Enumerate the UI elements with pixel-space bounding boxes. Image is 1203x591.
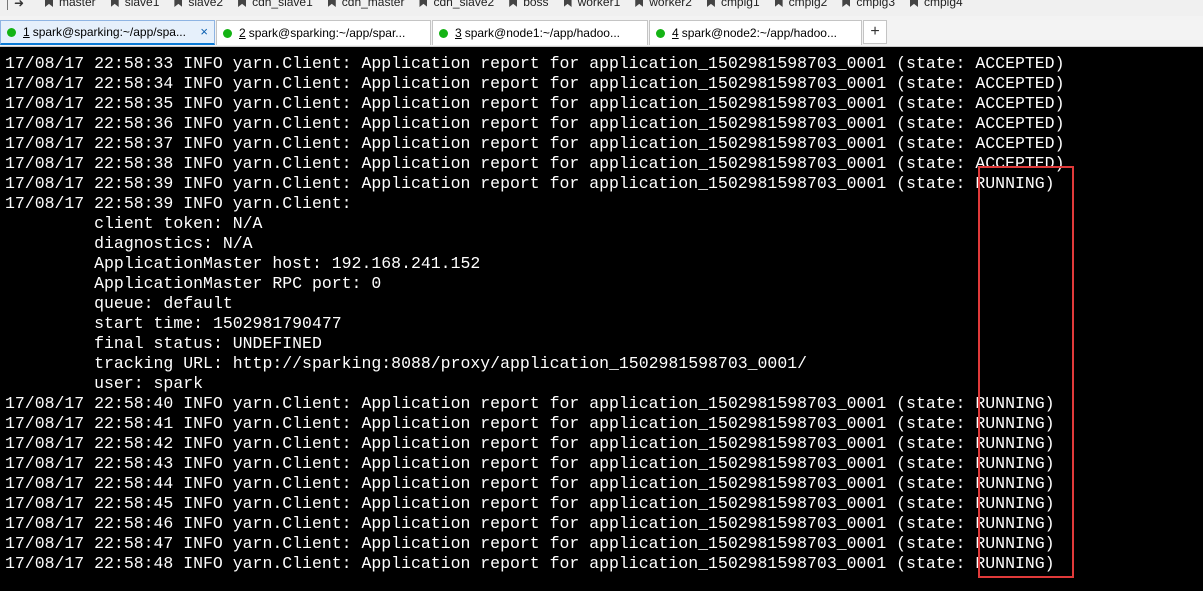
connection-status-icon xyxy=(223,28,232,38)
separator xyxy=(7,0,8,10)
tab-number: 2 xyxy=(239,26,246,40)
bookmark-label: cdh_master xyxy=(341,0,405,9)
terminal-line: ApplicationMaster RPC port: 0 xyxy=(5,274,382,293)
terminal-line: 17/08/17 22:58:38 INFO yarn.Client: Appl… xyxy=(5,154,1065,173)
bookmark-label: worker2 xyxy=(649,0,692,9)
tab-title: spark@sparking:~/app/spar... xyxy=(248,26,406,40)
bookmark-icon xyxy=(110,0,120,8)
terminal-line: 17/08/17 22:58:34 INFO yarn.Client: Appl… xyxy=(5,74,1065,93)
bookmark-icon xyxy=(173,0,183,8)
bookmark-icon xyxy=(508,0,518,8)
bookmark-item[interactable]: cmpig2 xyxy=(774,0,828,11)
bookmark-label: boss xyxy=(523,0,549,9)
bookmark-icon xyxy=(418,0,428,8)
tab-number: 3 xyxy=(455,26,462,40)
terminal-line: diagnostics: N/A xyxy=(5,234,253,253)
tab-number: 1 xyxy=(23,25,30,39)
connection-status-icon xyxy=(439,28,448,38)
tab-session-4[interactable]: 4 spark@node2:~/app/hadoo... xyxy=(649,20,862,45)
terminal-line: 17/08/17 22:58:39 INFO yarn.Client: xyxy=(5,194,352,213)
bookmark-icon xyxy=(706,0,716,8)
bookmark-item[interactable]: cmpig3 xyxy=(841,0,895,11)
terminal-line: 17/08/17 22:58:40 INFO yarn.Client: Appl… xyxy=(5,394,1055,413)
terminal-line: tracking URL: http://sparking:8088/proxy… xyxy=(5,354,808,373)
bookmark-icon xyxy=(634,0,644,8)
bookmark-item[interactable]: boss xyxy=(508,0,548,11)
bookmark-item[interactable]: master xyxy=(44,0,96,11)
bookmark-icon xyxy=(909,0,919,8)
connection-status-icon xyxy=(656,28,665,38)
bookmark-icon xyxy=(237,0,247,8)
bookmark-icon xyxy=(563,0,573,8)
bookmark-item[interactable]: worker1 xyxy=(563,0,621,11)
tab-session-3[interactable]: 3 spark@node1:~/app/hadoo... xyxy=(432,20,648,45)
terminal-line: 17/08/17 22:58:39 INFO yarn.Client: Appl… xyxy=(5,174,1055,193)
bookmark-item[interactable]: slave2 xyxy=(173,0,223,11)
tab-bar: 1 spark@sparking:~/app/spa... × 2 spark@spar… xyxy=(0,16,1203,47)
terminal-line: 17/08/17 22:58:37 INFO yarn.Client: Appl… xyxy=(5,134,1065,153)
bookmark-label: cmpig3 xyxy=(856,0,895,9)
close-tab-icon[interactable]: × xyxy=(200,25,208,39)
terminal-line: ApplicationMaster host: 192.168.241.152 xyxy=(5,254,481,273)
terminal-line: 17/08/17 22:58:48 INFO yarn.Client: Appl… xyxy=(5,554,1055,573)
terminal-line: final status: UNDEFINED xyxy=(5,334,322,353)
bookmark-item[interactable]: cdh_slave1 xyxy=(237,0,313,11)
terminal-line: client token: N/A xyxy=(5,214,263,233)
bookmark-item[interactable]: cmpig4 xyxy=(909,0,963,11)
tab-title: spark@node1:~/app/hadoo... xyxy=(464,26,620,40)
bookmark-icon xyxy=(774,0,784,8)
terminal-line: 17/08/17 22:58:44 INFO yarn.Client: Appl… xyxy=(5,474,1055,493)
terminal-line: queue: default xyxy=(5,294,233,313)
add-tab-button[interactable]: + xyxy=(863,20,887,44)
terminal-line: 17/08/17 22:58:33 INFO yarn.Client: Appl… xyxy=(5,54,1065,73)
bookmark-label: cmpig4 xyxy=(924,0,963,9)
bookmark-label: cdh_slave1 xyxy=(252,0,313,9)
bookmark-label: slave2 xyxy=(188,0,224,9)
bookmark-item[interactable]: worker2 xyxy=(634,0,692,11)
tab-title: spark@node2:~/app/hadoo... xyxy=(681,26,837,40)
bookmark-icon xyxy=(841,0,851,8)
bookmark-item[interactable]: cmpig1 xyxy=(706,0,760,11)
terminal-output[interactable]: 17/08/17 22:58:33 INFO yarn.Client: Appl… xyxy=(0,47,1203,591)
bookmark-item[interactable]: cdh_master xyxy=(327,0,405,11)
terminal-line: 17/08/17 22:58:43 INFO yarn.Client: Appl… xyxy=(5,454,1055,473)
tab-session-1[interactable]: 1 spark@sparking:~/app/spa... × xyxy=(0,20,215,45)
bookmark-label: slave1 xyxy=(124,0,160,9)
terminal-line: 17/08/17 22:58:42 INFO yarn.Client: Appl… xyxy=(5,434,1055,453)
tab-session-2[interactable]: 2 spark@sparking:~/app/spar... xyxy=(216,20,431,45)
terminal-line: 17/08/17 22:58:46 INFO yarn.Client: Appl… xyxy=(5,514,1055,533)
bookmark-label: cmpig2 xyxy=(788,0,828,9)
ssh-client-window: ➜ master slave1 slave2 cdh_slave1 cdh_master… xyxy=(0,0,1203,591)
bookmark-label: cmpig1 xyxy=(720,0,760,9)
terminal-line: 17/08/17 22:58:36 INFO yarn.Client: Appl… xyxy=(5,114,1065,133)
tab-number: 4 xyxy=(672,26,679,40)
bookmark-label: master xyxy=(59,0,96,9)
terminal-line: user: spark xyxy=(5,374,204,393)
bookmark-label: cdh_slave2 xyxy=(433,0,495,9)
session-bookmarks-bar: ➜ master slave1 slave2 cdh_slave1 cdh_master… xyxy=(0,0,1203,16)
terminal-line: 17/08/17 22:58:41 INFO yarn.Client: Appl… xyxy=(5,414,1055,433)
tab-title: spark@sparking:~/app/spa... xyxy=(32,25,186,39)
connection-status-icon xyxy=(7,27,16,37)
bookmark-label: worker1 xyxy=(577,0,621,9)
arrow-right-icon[interactable]: ➜ xyxy=(14,0,24,9)
bookmark-list: master slave1 slave2 cdh_slave1 cdh_master cd… xyxy=(44,0,977,11)
bookmarks-nav[interactable]: ➜ xyxy=(2,0,32,12)
terminal-line: 17/08/17 22:58:47 INFO yarn.Client: Appl… xyxy=(5,534,1055,553)
terminal-line: 17/08/17 22:58:35 INFO yarn.Client: Appl… xyxy=(5,94,1065,113)
bookmark-icon xyxy=(327,0,337,8)
terminal-line: start time: 1502981790477 xyxy=(5,314,342,333)
bookmark-icon xyxy=(44,0,54,8)
bookmark-item[interactable]: slave1 xyxy=(110,0,160,11)
terminal-lines: 17/08/17 22:58:33 INFO yarn.Client: Appl… xyxy=(5,54,1064,574)
terminal-line: 17/08/17 22:58:45 INFO yarn.Client: Appl… xyxy=(5,494,1055,513)
bookmark-item[interactable]: cdh_slave2 xyxy=(418,0,494,11)
